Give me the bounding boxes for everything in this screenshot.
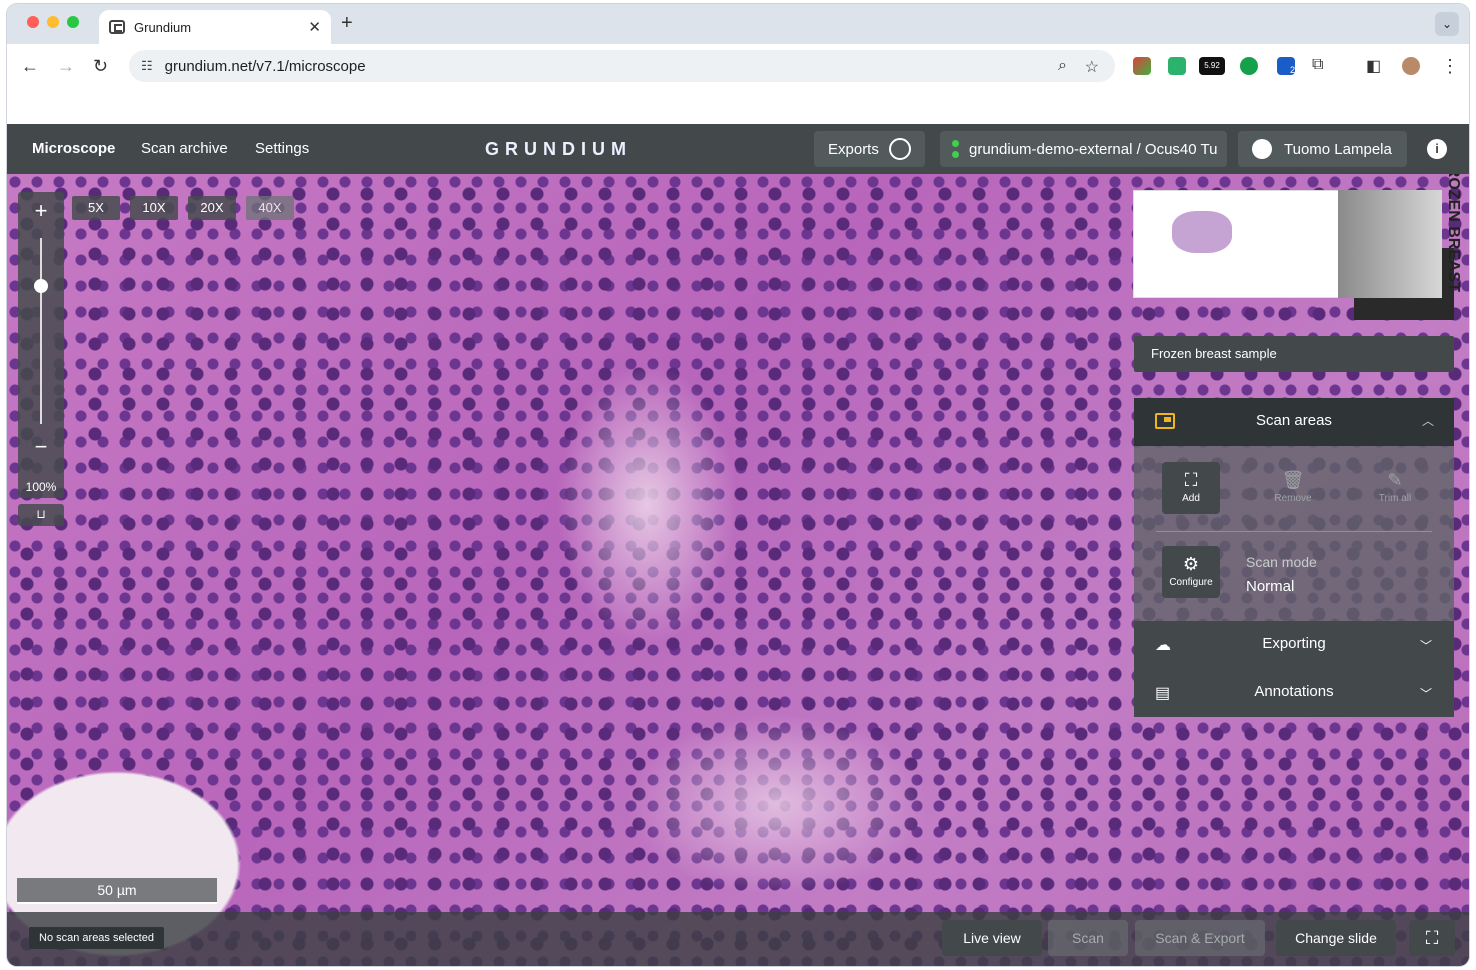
extension-icon-1[interactable] xyxy=(1133,57,1151,75)
scan-areas-title: Scan areas xyxy=(1256,412,1332,429)
remove-label: Remove xyxy=(1274,493,1312,504)
tab-close-icon[interactable]: ✕ xyxy=(308,18,321,36)
export-progress-icon xyxy=(888,138,911,160)
nav-scan-archive[interactable]: Scan archive xyxy=(141,140,228,157)
chevron-down-icon: ﹀ xyxy=(1419,639,1432,653)
star-icon[interactable]: ☆ xyxy=(1085,57,1099,77)
scan-button[interactable]: Scan xyxy=(1048,920,1128,956)
scan-areas-body: ⛶ Add 🗑 Remove ✎ Trim all ⚙ Configure Sc… xyxy=(1134,446,1454,621)
exports-button[interactable]: Exports xyxy=(814,131,925,167)
gear-icon: ⚙ xyxy=(1182,554,1200,574)
maximize-window-button[interactable] xyxy=(67,16,79,28)
new-tab-button[interactable]: + xyxy=(341,12,353,35)
slide-viewer[interactable]: + − 100% ⊔ 5X 10X 20X 40X FROZEN BREAST Fro… xyxy=(7,174,1469,966)
browser-toolbar: ← → ↻ ☷ grundium.net/v7.1/microscope ⌕ ☆… xyxy=(7,44,1469,88)
zoom-out-button[interactable]: − xyxy=(18,434,64,460)
address-bar[interactable]: ☷ grundium.net/v7.1/microscope ⌕ ☆ xyxy=(129,50,1115,82)
wand-icon: ✎ xyxy=(1387,470,1403,490)
extensions-puzzle-icon[interactable]: ⧉ xyxy=(1312,56,1323,74)
tab-strip: Grundium ✕ + ⌄ xyxy=(7,4,1469,44)
slide-label-text: FROZEN BREAST xyxy=(1445,174,1462,292)
add-label: Add xyxy=(1182,493,1200,504)
forward-icon[interactable]: → xyxy=(57,56,75,77)
selection-status: No scan areas selected xyxy=(29,927,164,949)
divider xyxy=(1156,531,1432,532)
back-icon[interactable]: ← xyxy=(21,56,39,77)
bottom-bar: No scan areas selected Live view Scan Sc… xyxy=(7,912,1469,966)
zoom-icon[interactable]: ⌕ xyxy=(1058,57,1067,75)
zoom-in-button[interactable]: + xyxy=(18,198,64,224)
magnification-5x-button[interactable]: 5X xyxy=(72,196,120,220)
grundium-favicon-icon xyxy=(109,20,125,34)
tab-title: Grundium xyxy=(134,19,192,35)
remove-scan-area-button[interactable]: 🗑 Remove xyxy=(1264,462,1322,514)
zoom-slider-handle[interactable] xyxy=(34,279,48,293)
tune-icon[interactable]: ☷ xyxy=(141,58,153,74)
info-icon[interactable]: i xyxy=(1427,139,1447,159)
sample-name: Frozen breast sample xyxy=(1134,336,1454,372)
extension-count-icon[interactable]: 2 xyxy=(1277,57,1295,75)
side-panel: Scan areas ︿ ⛶ Add 🗑 Remove ✎ Trim all ⚙… xyxy=(1134,398,1454,717)
annotations-section[interactable]: ▤ Annotations ﹀ xyxy=(1134,669,1454,717)
slide-label-image xyxy=(1338,190,1442,298)
magnification-20x-button[interactable]: 20X xyxy=(188,196,236,220)
add-scan-area-button[interactable]: ⛶ Add xyxy=(1162,462,1220,514)
app-header: Microscope Scan archive Settings GRUNDIU… xyxy=(7,124,1469,174)
extension-icon-2[interactable] xyxy=(1168,57,1186,75)
scan-mode-value: Normal xyxy=(1246,578,1295,595)
magnification-10x-button[interactable]: 10X xyxy=(130,196,178,220)
configure-label: Configure xyxy=(1169,577,1213,588)
profile-avatar[interactable] xyxy=(1402,57,1420,75)
sidebar-icon[interactable]: ◧ xyxy=(1366,56,1381,76)
nav-microscope[interactable]: Microscope xyxy=(32,140,115,157)
grammarly-icon[interactable] xyxy=(1240,57,1258,75)
tissue-thumbnail xyxy=(1172,211,1232,253)
exporting-section[interactable]: ☁ Exporting ﹀ xyxy=(1134,621,1454,669)
scan-mode-label: Scan mode xyxy=(1246,554,1317,570)
trash-icon: 🗑 xyxy=(1281,470,1305,490)
user-menu-button[interactable]: Tuomo Lampela xyxy=(1238,131,1407,167)
tab-search-button[interactable]: ⌄ xyxy=(1435,12,1459,36)
fullscreen-icon[interactable]: ⛶ xyxy=(1409,920,1455,956)
window-controls xyxy=(27,16,79,28)
magnification-40x-button[interactable]: 40X xyxy=(246,196,294,220)
more-icon[interactable]: ⋮ xyxy=(1441,56,1459,77)
expand-icon: ⛶ xyxy=(1184,470,1198,490)
browser-window: Grundium ✕ + ⌄ ← → ↻ ☷ grundium.net/v7.1… xyxy=(7,4,1469,966)
online-status-icon xyxy=(952,140,959,158)
chevron-down-icon: ﹀ xyxy=(1419,687,1432,701)
nav-settings[interactable]: Settings xyxy=(255,140,309,157)
slide-glass xyxy=(1133,190,1343,298)
scan-export-button[interactable]: Scan & Export xyxy=(1135,920,1265,956)
browser-tab[interactable]: Grundium ✕ xyxy=(99,10,331,44)
zoom-control: + − xyxy=(18,192,64,498)
chevron-up-icon: ︿ xyxy=(1421,414,1434,428)
zoom-percentage: 100% xyxy=(25,480,57,494)
extension-badge[interactable]: 5.92 xyxy=(1199,57,1225,75)
trim-all-label: Trim all xyxy=(1378,493,1412,504)
exports-label: Exports xyxy=(828,140,879,158)
user-name: Tuomo Lampela xyxy=(1284,140,1392,158)
reload-icon[interactable]: ↻ xyxy=(93,56,108,77)
live-view-button[interactable]: Live view xyxy=(942,920,1042,956)
grundium-logo: GRUNDIUM xyxy=(485,139,632,159)
close-window-button[interactable] xyxy=(27,16,39,28)
scan-areas-header[interactable]: Scan areas ︿ xyxy=(1134,398,1454,446)
minimize-window-button[interactable] xyxy=(47,16,59,28)
slide-overview-thumbnail[interactable]: FROZEN BREAST xyxy=(1133,174,1462,320)
device-label: grundium-demo-external / Ocus40 Tu xyxy=(969,140,1218,158)
annotations-title: Annotations xyxy=(1254,683,1334,700)
user-icon xyxy=(1252,139,1272,159)
url-text: grundium.net/v7.1/microscope xyxy=(164,57,366,75)
change-slide-button[interactable]: Change slide xyxy=(1276,920,1396,956)
fit-view-icon[interactable]: ⊔ xyxy=(18,504,64,526)
configure-button[interactable]: ⚙ Configure xyxy=(1162,546,1220,598)
scale-bar: 50 µm xyxy=(17,878,217,904)
exporting-title: Exporting xyxy=(1262,635,1326,652)
device-selector[interactable]: grundium-demo-external / Ocus40 Tu xyxy=(940,131,1227,167)
trim-all-button[interactable]: ✎ Trim all xyxy=(1366,462,1424,514)
zoom-slider-track[interactable] xyxy=(40,238,42,424)
